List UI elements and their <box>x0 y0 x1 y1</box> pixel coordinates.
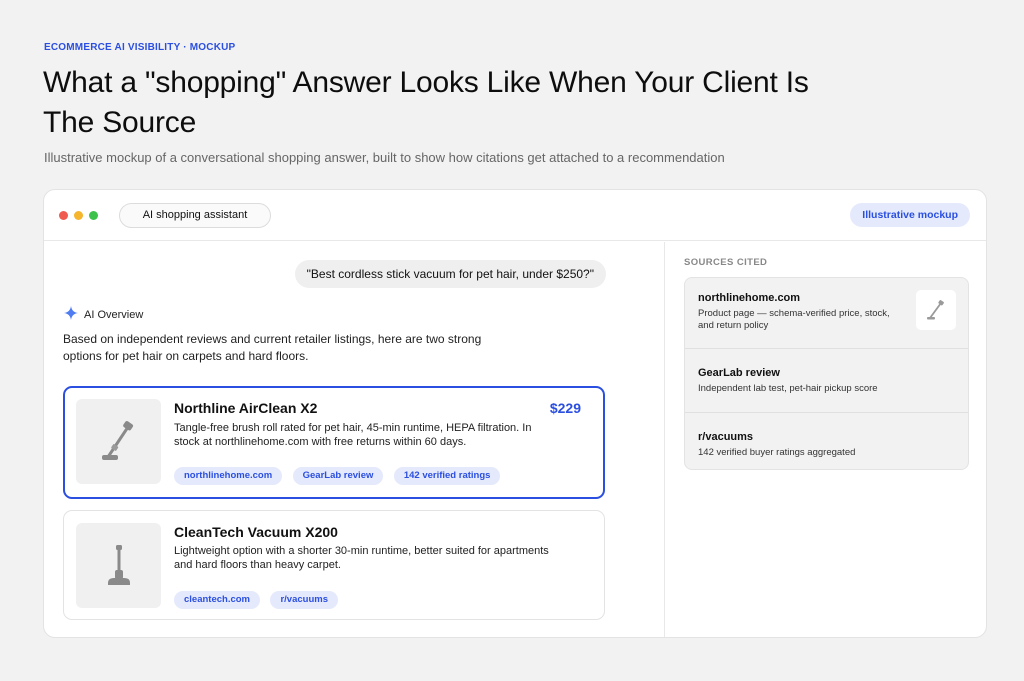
citation-chips: cleantech.com r/vacuums <box>174 589 344 609</box>
page-title: What a "shopping" Answer Looks Like When… <box>43 66 809 139</box>
source-name: GearLab review <box>698 367 780 379</box>
answer-intro: Based on independent reviews and current… <box>63 332 482 363</box>
upright-vacuum-icon <box>108 545 130 585</box>
ai-overview-label: AI Overview <box>64 306 143 324</box>
citation-chip-verified-ratings[interactable]: 142 verified ratings <box>393 467 501 485</box>
product-card-northline[interactable]: Northline AirClean X2 $229 Tangle-free b… <box>63 386 605 499</box>
user-query-bubble: "Best cordless stick vacuum for pet hair… <box>294 260 606 288</box>
source-description: Independent lab test, pet-hair pickup sc… <box>698 383 878 394</box>
page-subtitle: Illustrative mockup of a conversational … <box>44 150 725 165</box>
eyebrow: ECOMMERCE AI VISIBILITY · MOCKUP <box>44 42 236 53</box>
citation-chip-r-vacuums[interactable]: r/vacuums <box>270 591 338 609</box>
chat-panel: "Best cordless stick vacuum for pet hair… <box>44 242 664 637</box>
source-description: 142 verified buyer ratings aggregated <box>698 447 856 458</box>
product-price: $229 <box>549 400 581 416</box>
close-window-dot[interactable] <box>59 211 68 220</box>
citation-chip-gearlab[interactable]: GearLab review <box>292 467 384 485</box>
source-item-gearlab[interactable]: GearLab review Independent lab test, pet… <box>685 348 968 412</box>
maximize-window-dot[interactable] <box>89 211 98 220</box>
source-description: Product page — schema-verified price, st… <box>698 308 890 331</box>
ai-overview-text: AI Overview <box>84 309 144 321</box>
sparkle-icon <box>64 306 78 324</box>
source-item-r-vacuums[interactable]: r/vacuums 142 verified buyer ratings agg… <box>685 412 968 469</box>
window-titlebar: AI shopping assistant Illustrative mocku… <box>44 190 986 241</box>
source-list: northlinehome.com Product page — schema-… <box>684 277 969 470</box>
citation-chip-northlinehome[interactable]: northlinehome.com <box>174 467 283 485</box>
stick-vacuum-icon <box>927 300 944 320</box>
minimize-window-dot[interactable] <box>74 211 83 220</box>
product-image <box>76 399 161 484</box>
assistant-window: AI shopping assistant Illustrative mocku… <box>43 189 987 638</box>
citation-chips: northlinehome.com GearLab review 142 ver… <box>174 465 506 485</box>
source-name: r/vacuums <box>698 431 754 443</box>
source-item-northlinehome[interactable]: northlinehome.com Product page — schema-… <box>685 278 968 348</box>
product-title[interactable]: Northline AirClean X2 <box>174 400 317 416</box>
app-label-pill: AI shopping assistant <box>119 203 271 228</box>
source-name: northlinehome.com <box>698 292 801 304</box>
source-thumbnail <box>916 290 956 330</box>
sources-heading: SOURCES CITED <box>684 257 768 268</box>
sources-panel: SOURCES CITED northlinehome.com Product … <box>665 242 986 637</box>
product-title[interactable]: CleanTech Vacuum X200 <box>174 524 338 540</box>
product-card-cleantech[interactable]: CleanTech Vacuum X200 Lightweight option… <box>63 510 605 620</box>
stick-vacuum-icon <box>102 421 134 460</box>
product-description: Tangle-free brush roll rated for pet hai… <box>174 422 532 448</box>
product-image <box>76 523 161 608</box>
product-description: Lightweight option with a shorter 30-min… <box>174 545 549 571</box>
citation-chip-cleantech[interactable]: cleantech.com <box>174 591 260 609</box>
illustrative-mockup-badge: Illustrative mockup <box>850 203 970 227</box>
